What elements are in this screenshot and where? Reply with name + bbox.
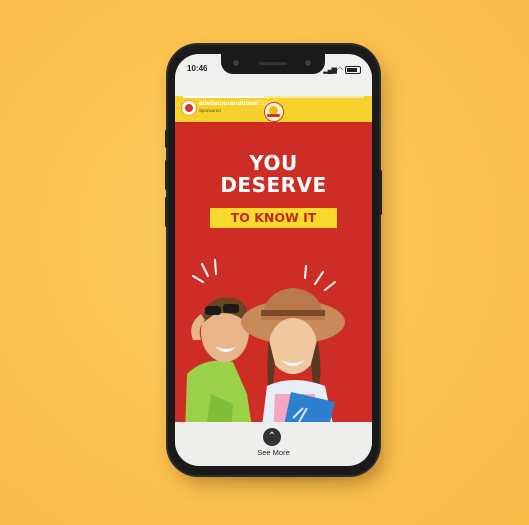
excitement-lines-left [192,259,217,283]
couple-photo [175,259,372,434]
sensor-icon [305,60,311,66]
headline-line-1: YOU [249,151,298,175]
headline-tag: TO KNOW IT [210,208,337,228]
story-progress-fill [183,96,265,98]
mute-switch [165,130,168,148]
battery-icon [345,66,361,74]
sunglasses-icon [205,306,221,315]
story-username[interactable]: adellatourandtravel 21m [199,100,273,107]
sun-logo-icon [264,102,284,122]
volume-down-button [165,197,168,227]
profile-avatar[interactable] [181,100,197,116]
headline: YOU DESERVE [175,152,372,196]
story-subtitle: Sponsored [199,108,221,113]
excitement-lines-right [304,265,336,291]
power-button [379,170,382,215]
status-bar: 10:46 ▂▄▆ ◠ [175,54,372,96]
front-camera-icon [233,60,239,66]
speaker-grille [259,62,287,65]
status-time: 10:46 [187,64,208,73]
volume-up-button [165,160,168,190]
chevron-up-icon[interactable]: ⌃ [263,428,281,446]
see-more-label[interactable]: See More [175,448,372,457]
story-progress-bar [183,96,364,98]
signal-wifi-icon: ▂▄▆ ◠ [323,67,343,74]
phone-notch [221,54,325,74]
username-text: adellatourandtravel [199,100,259,107]
phone-screen: 10:46 ▂▄▆ ◠ adellatourandtravel 21m Spon… [175,54,372,466]
headline-line-2: DESERVE [220,173,327,197]
